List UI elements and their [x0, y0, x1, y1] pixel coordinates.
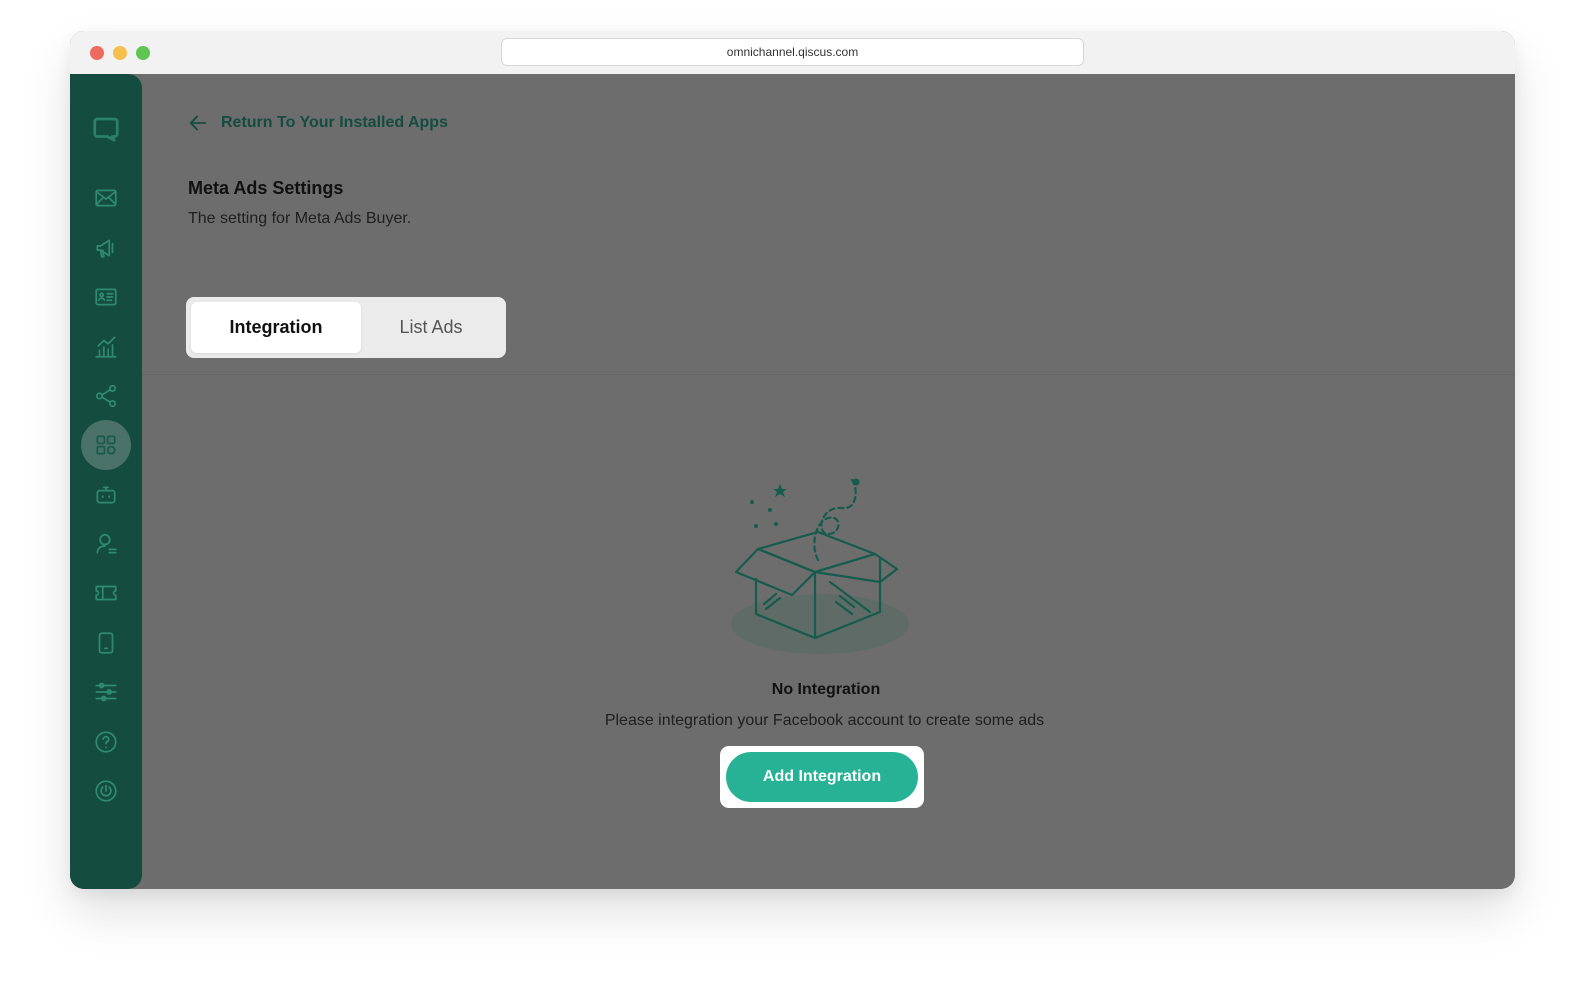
return-to-installed-apps-link[interactable]: Return To Your Installed Apps	[187, 112, 448, 134]
share-icon[interactable]	[81, 371, 131, 421]
maximize-window-button[interactable]	[136, 46, 150, 60]
section-divider	[142, 374, 1515, 375]
ticket-icon[interactable]	[81, 568, 131, 618]
tab-bar: Integration List Ads	[186, 297, 506, 358]
close-window-button[interactable]	[90, 46, 104, 60]
tab-list-ads[interactable]: List Ads	[361, 302, 501, 353]
apps-grid-icon[interactable]	[81, 420, 131, 470]
power-icon[interactable]	[81, 766, 131, 816]
agent-icon[interactable]	[81, 519, 131, 569]
add-integration-button[interactable]: Add Integration	[726, 752, 918, 802]
empty-box-illustration-icon	[731, 478, 909, 654]
tab-integration[interactable]: Integration	[191, 302, 361, 353]
add-integration-highlight: Add Integration	[720, 746, 924, 808]
logo-icon[interactable]	[81, 104, 131, 154]
page-title: Meta Ads Settings	[188, 178, 344, 198]
mobile-icon[interactable]	[81, 618, 131, 668]
contact-card-icon[interactable]	[81, 272, 131, 322]
return-link-label: Return To Your Installed Apps	[221, 114, 448, 131]
settings-sliders-icon[interactable]	[81, 667, 131, 717]
analytics-icon[interactable]	[81, 322, 131, 372]
arrow-left-icon	[189, 115, 207, 131]
sidebar	[70, 74, 142, 889]
empty-state-title: No Integration	[771, 681, 881, 698]
address-bar[interactable]: omnichannel.qiscus.com	[501, 38, 1084, 66]
inbox-icon[interactable]	[81, 173, 131, 223]
main-content: Return To Your Installed Apps Meta Ads S…	[142, 74, 1515, 889]
browser-window: omnichannel.qiscus.com Return To Your In…	[70, 31, 1515, 889]
help-icon[interactable]	[81, 717, 131, 767]
bot-icon[interactable]	[81, 470, 131, 520]
empty-state-description: Please integration your Facebook account…	[604, 712, 1045, 729]
browser-titlebar: omnichannel.qiscus.com	[70, 31, 1515, 74]
minimize-window-button[interactable]	[113, 46, 127, 60]
megaphone-icon[interactable]	[81, 223, 131, 273]
page-subtitle: The setting for Meta Ads Buyer.	[188, 210, 412, 227]
